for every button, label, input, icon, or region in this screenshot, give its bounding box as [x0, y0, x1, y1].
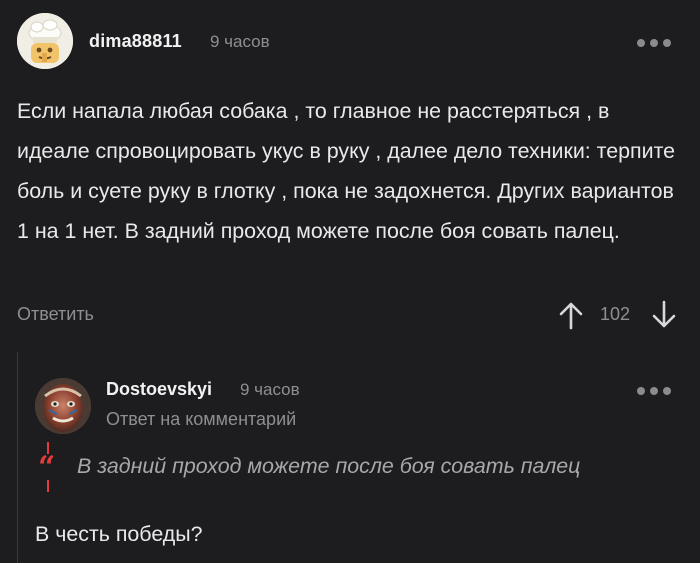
- username[interactable]: Dostoevskyi: [106, 379, 212, 400]
- arrow-down-icon[interactable]: [651, 300, 677, 330]
- dot: [663, 387, 671, 395]
- dot: [637, 39, 645, 47]
- dot: [663, 39, 671, 47]
- dot: [650, 387, 658, 395]
- timestamp: 9 часов: [240, 380, 300, 399]
- avatar[interactable]: [35, 378, 91, 434]
- quote-bar: [47, 480, 49, 492]
- quote-icon: “: [38, 450, 56, 485]
- avatar[interactable]: [17, 13, 73, 69]
- rating-count: 102: [600, 304, 631, 324]
- timestamp: 9 часов: [210, 32, 270, 51]
- comment-text: Если напала любая собака , то главное не…: [17, 99, 676, 243]
- more-dots-icon[interactable]: [637, 36, 677, 50]
- quote-text: В задний проход можете после боя совать …: [77, 454, 581, 478]
- reply-button[interactable]: Ответить: [17, 304, 94, 325]
- thread-line[interactable]: [17, 352, 18, 563]
- reply-text: В честь победы?: [35, 522, 203, 546]
- reply-to-link[interactable]: Ответ на комментарий: [106, 409, 296, 430]
- more-dots-icon[interactable]: [637, 384, 677, 398]
- avatar-image: [17, 13, 73, 69]
- arrow-up-icon[interactable]: [558, 300, 584, 330]
- dot: [650, 39, 658, 47]
- avatar-image: [35, 378, 91, 434]
- dot: [637, 387, 645, 395]
- username[interactable]: dima88811: [89, 31, 182, 52]
